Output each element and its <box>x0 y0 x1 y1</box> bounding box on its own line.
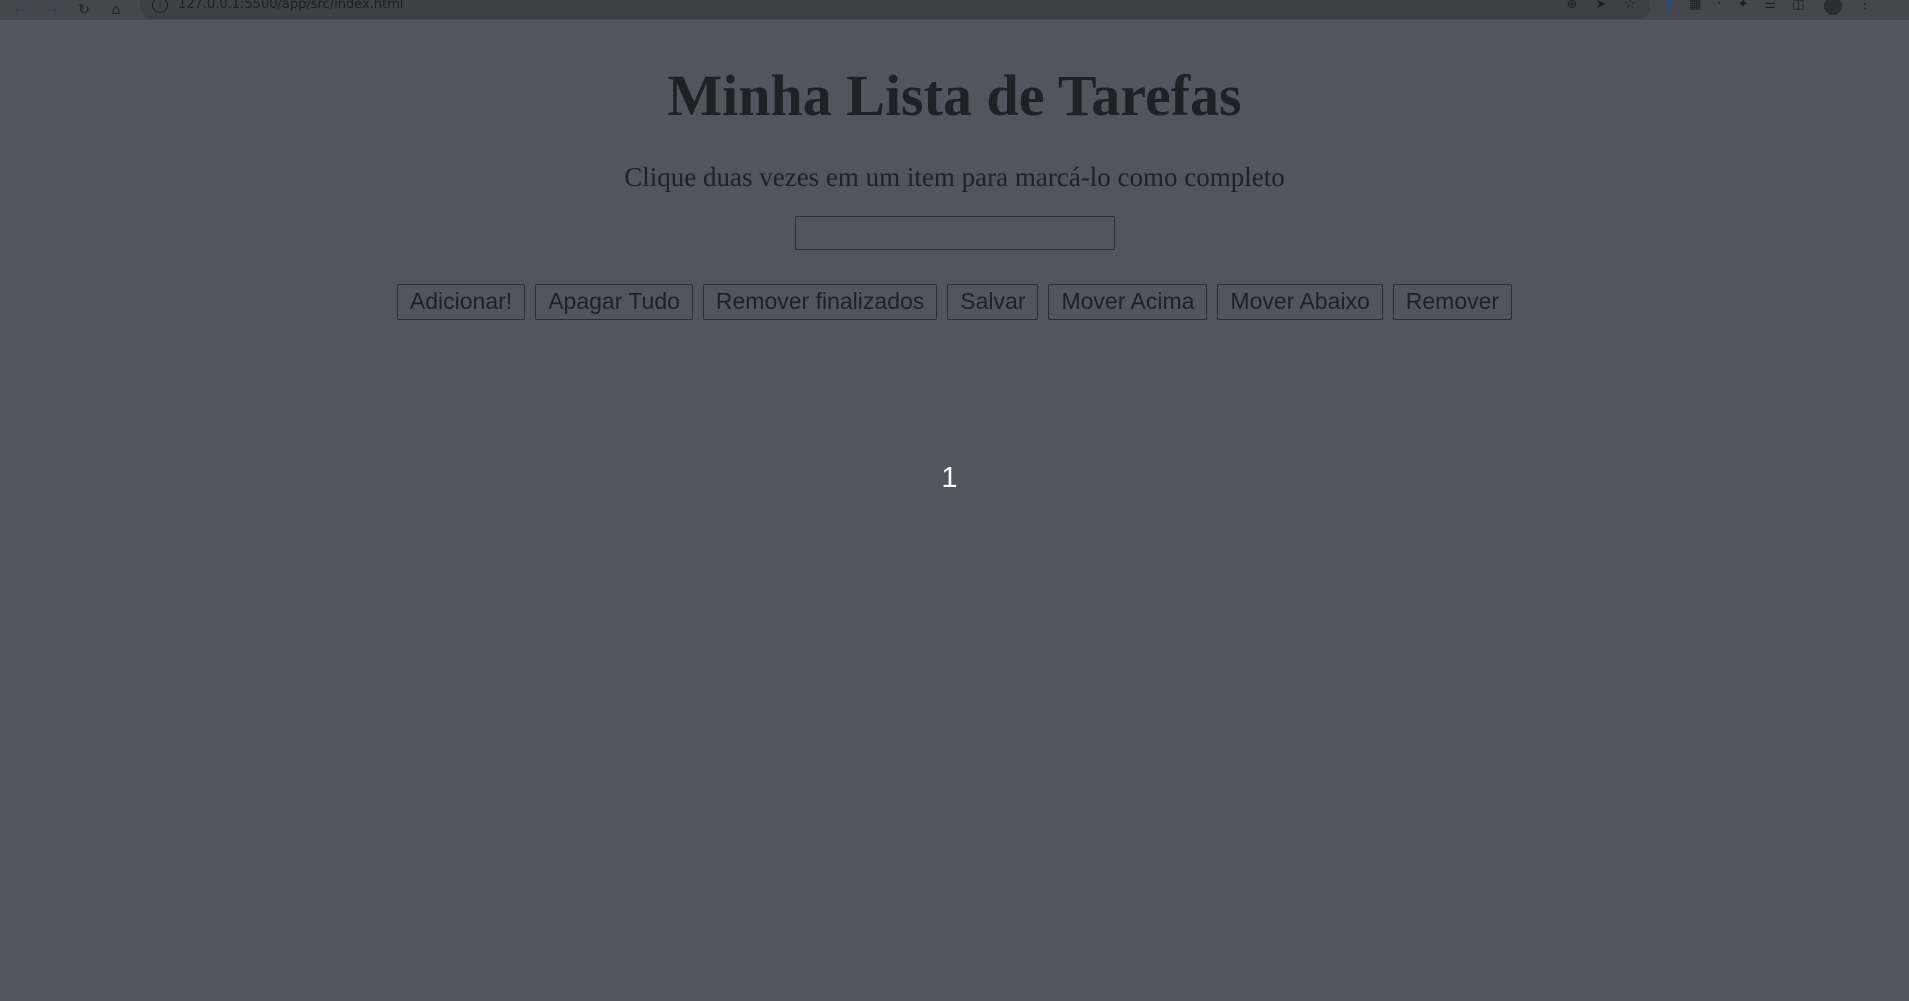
bookmark-star-icon[interactable]: ☆ <box>1624 0 1636 12</box>
site-info-icon[interactable]: i <box>152 0 168 13</box>
remove-button[interactable]: Remover <box>1392 283 1513 320</box>
todo-app: Minha Lista de Tarefas Clique duas vezes… <box>0 20 1909 320</box>
page-title: Minha Lista de Tarefas <box>667 63 1242 128</box>
media-queue-icon[interactable]: ☰ <box>1765 0 1777 15</box>
page-subtitle: Clique duas vezes em um item para marcá-… <box>624 161 1285 192</box>
task-input[interactable] <box>794 215 1115 250</box>
reload-icon[interactable]: ↻ <box>68 0 100 20</box>
extension-dot-icon[interactable]: · <box>1717 0 1721 15</box>
send-icon[interactable]: ➤ <box>1595 0 1606 12</box>
action-buttons: Adicionar! Apagar Tudo Remover finalizad… <box>0 283 1909 320</box>
address-bar[interactable]: i 127.0.0.1:5500/app/src/index.html ⊕ ➤ … <box>140 0 1650 19</box>
puzzle-extensions-icon[interactable]: ✦ <box>1738 0 1749 15</box>
side-panel-icon[interactable]: ◫ <box>1792 0 1804 15</box>
forward-icon[interactable]: → <box>36 0 68 20</box>
password-manager-icon[interactable]: ▮ <box>1666 0 1673 15</box>
zoom-icon[interactable]: ⊕ <box>1567 0 1578 12</box>
browser-toolbar: ← → ↻ ⌂ i 127.0.0.1:5500/app/src/index.h… <box>0 0 1909 20</box>
list-item[interactable]: 1 <box>0 462 1909 495</box>
clear-all-button[interactable]: Apagar Tudo <box>535 283 693 320</box>
profile-avatar[interactable] <box>1824 0 1843 15</box>
back-icon[interactable]: ← <box>4 0 36 20</box>
move-up-button[interactable]: Mover Acima <box>1048 283 1208 320</box>
save-button[interactable]: Salvar <box>947 283 1039 320</box>
extension-icon[interactable]: ▦ <box>1689 0 1701 15</box>
home-icon[interactable]: ⌂ <box>100 0 132 20</box>
menu-kebab-icon[interactable]: ⋮ <box>1858 0 1871 15</box>
move-down-button[interactable]: Mover Abaixo <box>1217 283 1383 320</box>
remove-completed-button[interactable]: Remover finalizados <box>702 283 938 320</box>
add-button[interactable]: Adicionar! <box>396 283 526 320</box>
task-list: 1 <box>0 462 1909 495</box>
url-text: 127.0.0.1:5500/app/src/index.html <box>178 0 404 12</box>
